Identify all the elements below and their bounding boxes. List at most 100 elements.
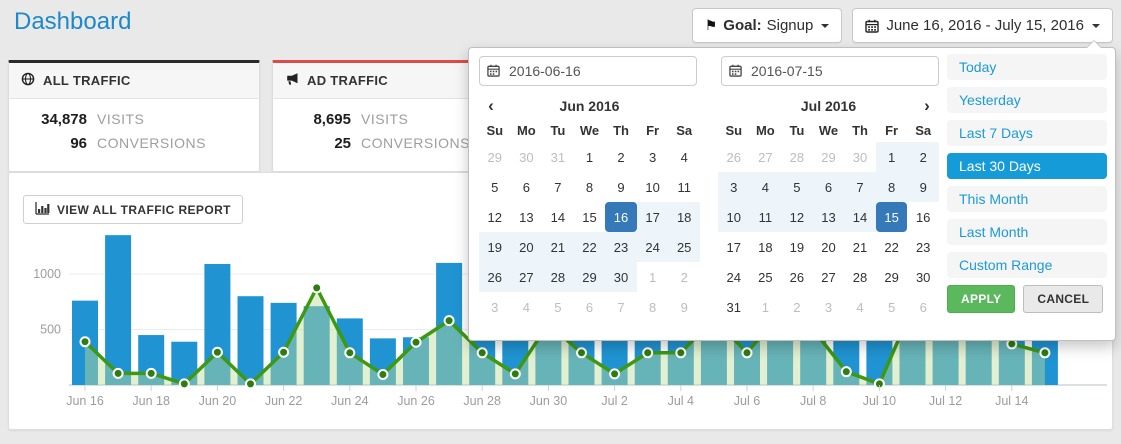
day-cell[interactable]: 8 <box>574 172 606 202</box>
next-month-button[interactable]: › <box>915 96 939 116</box>
day-cell[interactable]: 15 <box>574 202 606 232</box>
day-cell[interactable]: 5 <box>781 172 813 202</box>
cancel-button[interactable]: CANCEL <box>1023 285 1103 313</box>
day-cell[interactable]: 5 <box>876 292 908 322</box>
day-cell[interactable]: 7 <box>605 292 637 322</box>
day-cell[interactable]: 6 <box>907 292 939 322</box>
day-cell[interactable]: 1 <box>750 292 782 322</box>
day-cell[interactable]: 4 <box>668 142 700 172</box>
view-report-button[interactable]: VIEW ALL TRAFFIC REPORT <box>23 195 243 224</box>
day-cell[interactable]: 5 <box>542 292 574 322</box>
day-cell[interactable]: 28 <box>844 262 876 292</box>
day-cell[interactable]: 10 <box>637 172 669 202</box>
day-cell[interactable]: 9 <box>668 292 700 322</box>
day-cell[interactable]: 19 <box>479 232 511 262</box>
day-cell[interactable]: 24 <box>637 232 669 262</box>
day-cell[interactable]: 4 <box>750 172 782 202</box>
day-cell[interactable]: 15 <box>876 202 908 232</box>
day-cell[interactable]: 13 <box>813 202 845 232</box>
day-cell[interactable]: 3 <box>813 292 845 322</box>
day-cell[interactable]: 29 <box>876 262 908 292</box>
goal-button[interactable]: ⚑ Goal: Signup <box>692 8 843 43</box>
day-cell[interactable]: 2 <box>907 142 939 172</box>
day-cell[interactable]: 25 <box>750 262 782 292</box>
day-cell[interactable]: 1 <box>574 142 606 172</box>
day-cell[interactable]: 10 <box>718 202 750 232</box>
day-cell[interactable]: 2 <box>781 292 813 322</box>
day-cell[interactable]: 18 <box>668 202 700 232</box>
day-cell[interactable]: 6 <box>813 172 845 202</box>
day-cell[interactable]: 20 <box>813 232 845 262</box>
day-cell[interactable]: 1 <box>637 262 669 292</box>
day-cell[interactable]: 5 <box>479 172 511 202</box>
day-cell[interactable]: 22 <box>574 232 606 262</box>
day-cell[interactable]: 20 <box>511 232 543 262</box>
range-item-this-month[interactable]: This Month <box>947 186 1107 212</box>
day-cell[interactable]: 30 <box>844 142 876 172</box>
day-cell[interactable]: 21 <box>844 232 876 262</box>
day-cell[interactable]: 17 <box>637 202 669 232</box>
day-cell[interactable]: 14 <box>844 202 876 232</box>
day-cell[interactable]: 19 <box>781 232 813 262</box>
day-cell[interactable]: 16 <box>907 202 939 232</box>
day-cell[interactable]: 6 <box>574 292 606 322</box>
range-item-today[interactable]: Today <box>947 54 1107 80</box>
day-cell[interactable]: 17 <box>718 232 750 262</box>
day-cell[interactable]: 9 <box>605 172 637 202</box>
day-cell[interactable]: 13 <box>511 202 543 232</box>
day-cell[interactable]: 11 <box>750 202 782 232</box>
day-cell[interactable]: 22 <box>876 232 908 262</box>
day-cell[interactable]: 31 <box>718 292 750 322</box>
day-cell[interactable]: 21 <box>542 232 574 262</box>
day-cell[interactable]: 26 <box>718 142 750 172</box>
day-cell[interactable]: 12 <box>479 202 511 232</box>
day-cell[interactable]: 9 <box>907 172 939 202</box>
day-cell[interactable]: 31 <box>542 142 574 172</box>
range-item-yesterday[interactable]: Yesterday <box>947 87 1107 113</box>
day-cell[interactable]: 3 <box>718 172 750 202</box>
day-cell[interactable]: 29 <box>813 142 845 172</box>
day-cell[interactable]: 27 <box>813 262 845 292</box>
end-date-input[interactable] <box>721 56 939 86</box>
apply-button[interactable]: APPLY <box>947 285 1015 313</box>
day-cell[interactable]: 16 <box>605 202 637 232</box>
prev-month-button[interactable]: ‹ <box>479 96 503 116</box>
day-cell[interactable]: 8 <box>637 292 669 322</box>
range-item-custom-range[interactable]: Custom Range <box>947 252 1107 278</box>
day-cell[interactable]: 23 <box>605 232 637 262</box>
day-cell[interactable]: 4 <box>511 292 543 322</box>
start-date-input[interactable] <box>479 56 697 86</box>
day-cell[interactable]: 3 <box>637 142 669 172</box>
day-cell[interactable]: 12 <box>781 202 813 232</box>
day-cell[interactable]: 2 <box>668 262 700 292</box>
day-cell[interactable]: 30 <box>605 262 637 292</box>
day-cell[interactable]: 26 <box>479 262 511 292</box>
day-cell[interactable]: 3 <box>479 292 511 322</box>
day-cell[interactable]: 4 <box>844 292 876 322</box>
day-cell[interactable]: 23 <box>907 232 939 262</box>
day-cell[interactable]: 14 <box>542 202 574 232</box>
day-cell[interactable]: 7 <box>844 172 876 202</box>
day-cell[interactable]: 2 <box>605 142 637 172</box>
day-cell[interactable]: 8 <box>876 172 908 202</box>
day-cell[interactable]: 24 <box>718 262 750 292</box>
day-cell[interactable]: 7 <box>542 172 574 202</box>
day-cell[interactable]: 11 <box>668 172 700 202</box>
day-cell[interactable]: 29 <box>479 142 511 172</box>
range-item-last-7-days[interactable]: Last 7 Days <box>947 120 1107 146</box>
day-cell[interactable]: 27 <box>511 262 543 292</box>
day-cell[interactable]: 27 <box>750 142 782 172</box>
day-cell[interactable]: 26 <box>781 262 813 292</box>
range-item-last-month[interactable]: Last Month <box>947 219 1107 245</box>
range-item-last-30-days[interactable]: Last 30 Days <box>947 153 1107 179</box>
day-cell[interactable]: 25 <box>668 232 700 262</box>
day-cell[interactable]: 6 <box>511 172 543 202</box>
day-cell[interactable]: 30 <box>907 262 939 292</box>
day-cell[interactable]: 30 <box>511 142 543 172</box>
day-cell[interactable]: 18 <box>750 232 782 262</box>
day-cell[interactable]: 28 <box>542 262 574 292</box>
day-cell[interactable]: 29 <box>574 262 606 292</box>
day-cell[interactable]: 1 <box>876 142 908 172</box>
day-cell[interactable]: 28 <box>781 142 813 172</box>
date-range-button[interactable]: June 16, 2016 - July 15, 2016 <box>852 8 1113 43</box>
